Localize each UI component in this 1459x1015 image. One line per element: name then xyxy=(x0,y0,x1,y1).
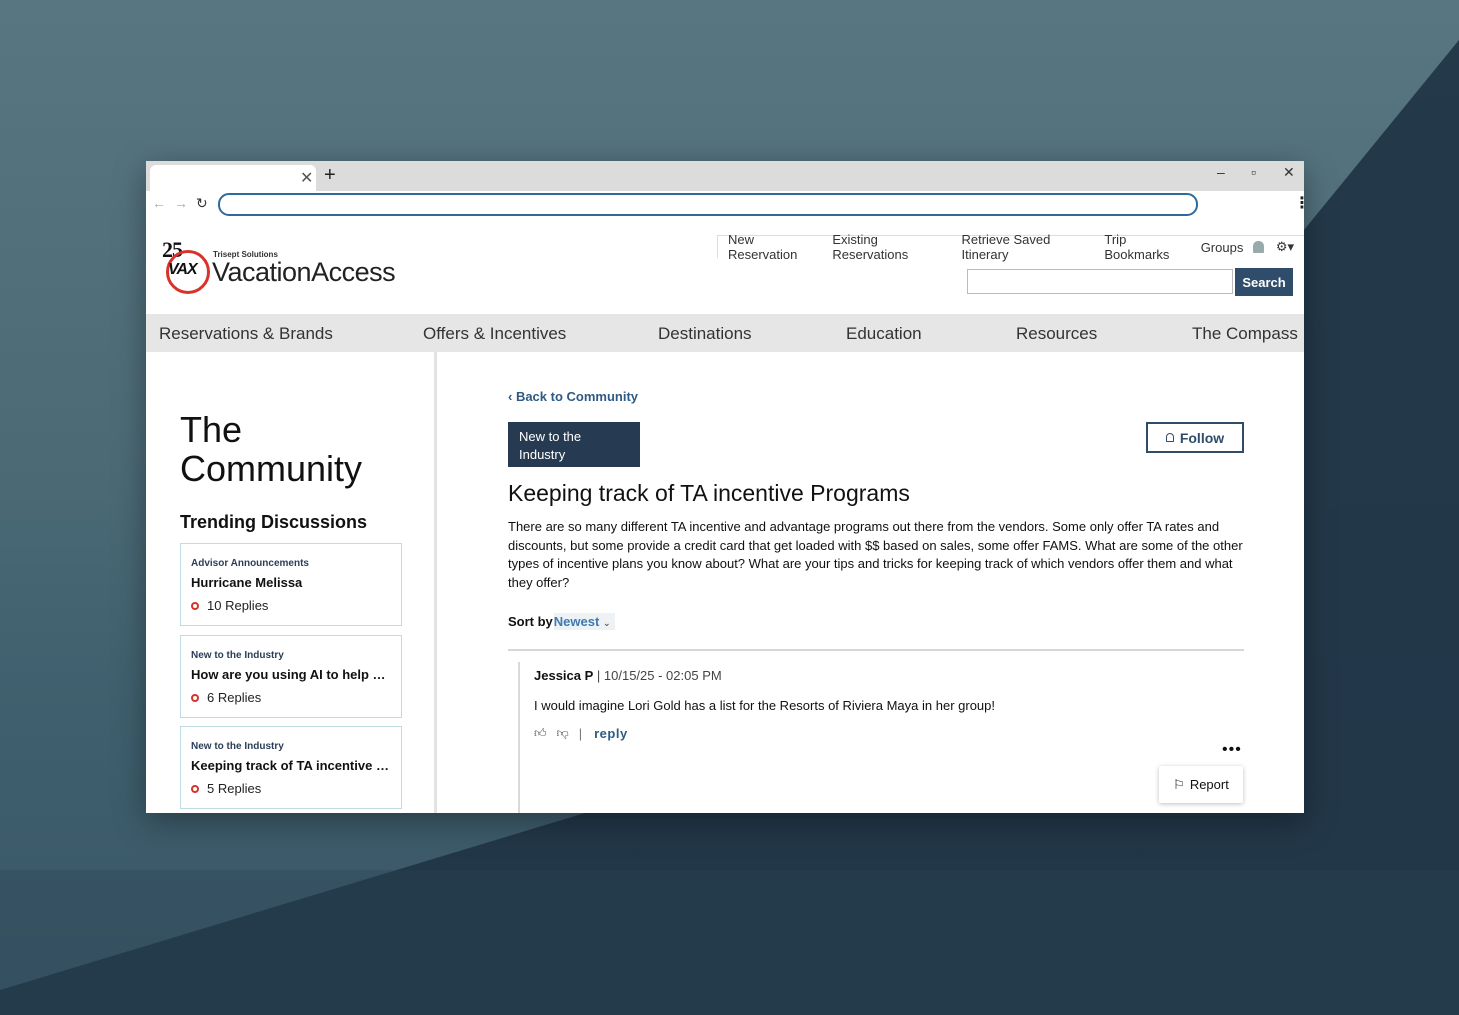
main-nav: Reservations & Brands Offers & Incentive… xyxy=(146,314,1304,352)
replies-icon xyxy=(191,784,199,793)
logo-name: VacationAccess xyxy=(212,257,396,287)
comment-author[interactable]: Jessica P xyxy=(534,668,593,683)
card-replies-count: 10 Replies xyxy=(207,598,269,613)
comment-text: I would imagine Lori Gold has a list for… xyxy=(534,698,995,713)
forward-arrow-icon[interactable]: → xyxy=(174,195,188,211)
report-label: Report xyxy=(1189,777,1229,792)
reply-link[interactable]: reply xyxy=(594,726,628,741)
follow-label: Follow xyxy=(1179,429,1225,446)
replies-icon xyxy=(191,693,199,702)
url-input[interactable] xyxy=(218,193,1198,216)
new-tab-button[interactable]: + xyxy=(324,164,336,186)
util-existing-reservations[interactable]: Existing Reservations xyxy=(832,232,951,262)
search-button[interactable]: Search xyxy=(1235,268,1293,296)
category-badge-label: New to the Industry xyxy=(519,429,582,462)
community-title-line1: The xyxy=(180,409,243,450)
nav-reservations-brands[interactable]: Reservations & Brands xyxy=(159,324,333,344)
minimize-icon[interactable]: – xyxy=(1217,164,1225,180)
settings-gear-icon[interactable]: ⚙▾ xyxy=(1276,239,1294,255)
trending-card[interactable]: New to the Industry How are you using AI… xyxy=(180,635,402,718)
tab-strip: ✕ + – ▫ ✕ xyxy=(146,161,1304,191)
sort-label: Sort by xyxy=(508,614,553,629)
util-groups[interactable]: Groups xyxy=(1201,240,1244,255)
card-category: New to the Industry xyxy=(191,650,284,661)
back-arrow-icon[interactable]: ← xyxy=(152,195,166,211)
trending-card[interactable]: New to the Industry Keeping track of TA … xyxy=(180,726,402,809)
trending-heading: Trending Discussions xyxy=(180,512,368,532)
nav-offers-incentives[interactable]: Offers & Incentives xyxy=(423,324,566,344)
browser-window: ✕ + – ▫ ✕ ← → ↻ ⋮ 25 VAX Trisept Solutio… xyxy=(146,161,1304,813)
reload-icon[interactable]: ↻ xyxy=(196,195,208,212)
category-badge[interactable]: New to the Industry xyxy=(508,422,640,467)
bell-icon xyxy=(1165,433,1174,442)
nav-resources[interactable]: Resources xyxy=(1016,324,1097,344)
comment-meta: Jessica P | 10/15/25 - 02:05 PM xyxy=(534,668,722,683)
card-title: Keeping track of TA incentive Programs xyxy=(191,758,391,773)
report-button[interactable]: ⚐ Report xyxy=(1159,766,1243,803)
card-replies-count: 5 Replies xyxy=(207,781,262,796)
util-retrieve-itinerary[interactable]: Retrieve Saved Itinerary xyxy=(961,232,1094,262)
divider xyxy=(508,649,1244,651)
chevron-down-icon: ⌄ xyxy=(602,618,611,628)
card-category: Advisor Announcements xyxy=(191,558,309,569)
card-title: How are you using AI to help your busine… xyxy=(191,667,391,682)
card-replies: 10 Replies xyxy=(191,598,268,613)
nav-destinations[interactable]: Destinations xyxy=(658,324,752,344)
utility-nav: New Reservation Existing Reservations Re… xyxy=(717,232,1304,262)
nav-education[interactable]: Education xyxy=(846,324,922,344)
back-to-community-link[interactable]: ‹ Back to Community xyxy=(508,389,638,404)
post-title: Keeping track of TA incentive Programs xyxy=(508,480,910,506)
comment-timestamp: | 10/15/25 - 02:05 PM xyxy=(596,668,722,683)
community-title-line2: Community xyxy=(180,448,363,489)
card-replies-count: 6 Replies xyxy=(207,690,262,705)
sort-value: Newest xyxy=(553,614,600,629)
sort-control: Sort by Newest ⌄ xyxy=(508,613,615,630)
thumbs-down-icon[interactable]: 👎︎ xyxy=(557,726,569,741)
card-replies: 6 Replies xyxy=(191,690,261,705)
site-header: 25 VAX Trisept Solutions VacationAccess … xyxy=(146,219,1304,314)
flag-icon: ⚐ xyxy=(1173,776,1185,792)
notification-bell-icon[interactable] xyxy=(1253,241,1264,253)
card-category: New to the Industry xyxy=(191,741,284,752)
maximize-icon[interactable]: ▫ xyxy=(1251,164,1256,180)
comment-actions: 👍︎ 👎︎ | reply xyxy=(534,726,628,741)
tab-close-icon[interactable]: ✕ xyxy=(300,168,313,188)
logo-badge: VAX xyxy=(168,261,198,278)
more-options-icon[interactable]: ••• xyxy=(1222,741,1242,759)
post-body: There are so many different TA incentive… xyxy=(508,519,1243,590)
replies-icon xyxy=(191,601,199,610)
close-window-icon[interactable]: ✕ xyxy=(1283,164,1295,181)
follow-button[interactable]: Follow xyxy=(1146,422,1244,453)
action-separator: | xyxy=(578,726,583,741)
address-bar-row: ← → ↻ ⋮ xyxy=(146,191,1304,219)
comment-thread-line xyxy=(518,662,520,813)
trending-card[interactable]: Advisor Announcements Hurricane Melissa … xyxy=(180,543,402,626)
card-title: Hurricane Melissa xyxy=(191,575,303,590)
nav-the-compass[interactable]: The Compass xyxy=(1192,324,1298,344)
search-input[interactable] xyxy=(967,269,1233,294)
discussion-content: ‹ Back to Community New to the Industry … xyxy=(437,352,1304,813)
browser-tab[interactable]: ✕ xyxy=(150,165,316,191)
util-new-reservation[interactable]: New Reservation xyxy=(728,232,822,262)
community-title: The Community xyxy=(180,410,362,488)
browser-menu-icon[interactable]: ⋮ xyxy=(1294,193,1304,213)
card-replies: 5 Replies xyxy=(191,781,261,796)
thumbs-up-icon[interactable]: 👍︎ xyxy=(534,726,547,741)
community-sidebar: The Community Trending Discussions Advis… xyxy=(146,352,437,813)
util-trip-bookmarks[interactable]: Trip Bookmarks xyxy=(1104,232,1190,262)
sort-select[interactable]: Newest ⌄ xyxy=(553,613,615,630)
